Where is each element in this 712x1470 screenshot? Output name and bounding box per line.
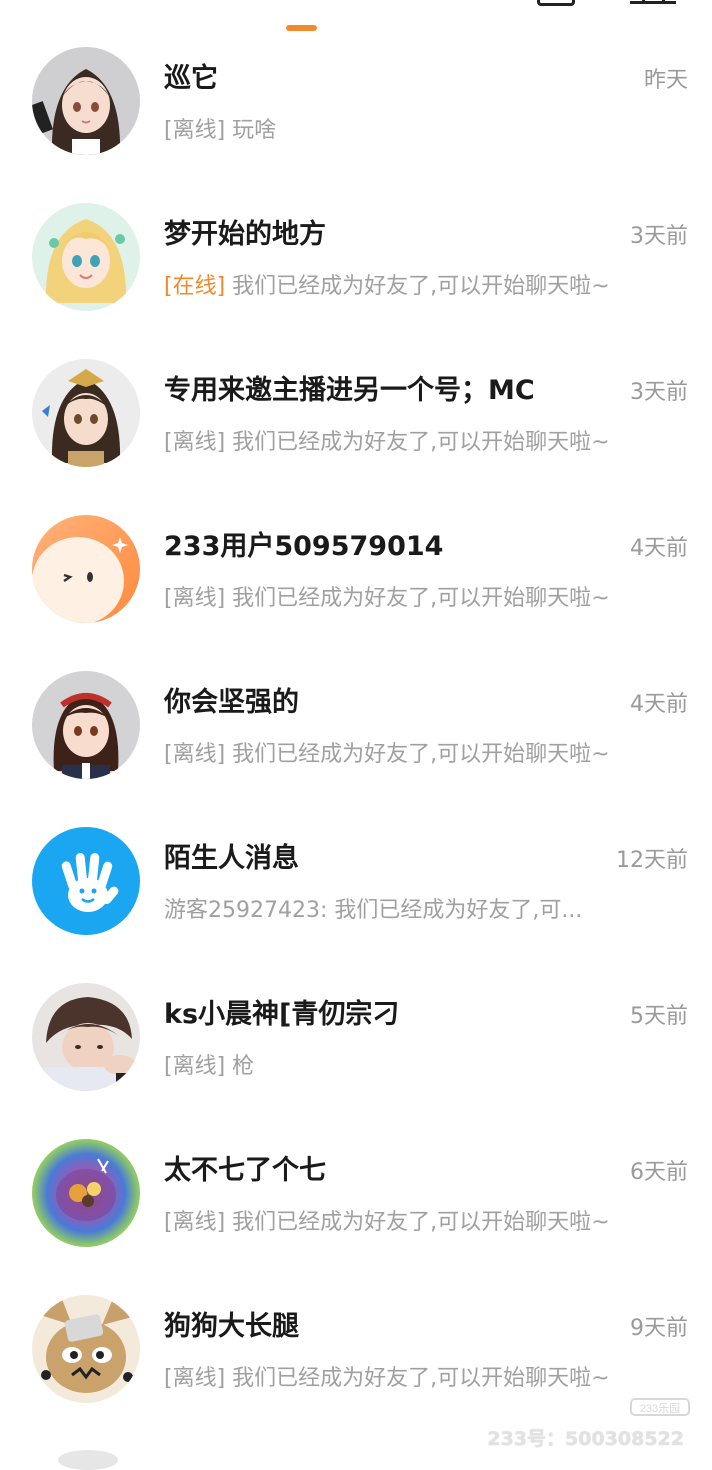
anime-girl-avatar[interactable] [32, 47, 140, 155]
message-time: 3天前 [630, 224, 688, 249]
message-preview: [离线] 我们已经成为好友了,可以开始聊天啦~ [164, 580, 610, 612]
message-time: 12天前 [616, 848, 688, 873]
conversation-item[interactable]: 梦开始的地方 3天前 [在线] 我们已经成为好友了,可以开始聊天啦~ [0, 190, 712, 346]
watermark-id: 233号：500308522 [487, 1428, 684, 1450]
preview-text: 我们已经成为好友了,可以开始聊天啦~ [232, 1366, 610, 1391]
orange-blob-avatar[interactable] [32, 515, 140, 623]
message-preview: 游客25927423: 我们已经成为好友了,可... [164, 898, 583, 923]
status-label: [离线] [164, 1210, 226, 1235]
status-label: [离线] [164, 118, 226, 143]
contact-name: 233用户509579014 [164, 531, 444, 562]
status-label: [离线] [164, 742, 226, 767]
message-preview: [在线] 我们已经成为好友了,可以开始聊天啦~ [164, 268, 610, 300]
conversation-item[interactable]: 狗狗大长腿 9天前 [离线] 我们已经成为好友了,可以开始聊天啦~ [0, 1282, 712, 1438]
partial-top-icon[interactable] [537, 0, 575, 6]
contact-name: ks小晨神[青仞宗刁 [164, 999, 400, 1030]
preview-text: 我们已经成为好友了,可以开始聊天啦~ [232, 1210, 610, 1235]
message-preview: [离线] 我们已经成为好友了,可以开始聊天啦~ [164, 424, 610, 456]
message-preview: [离线] 枪 [164, 1048, 254, 1080]
message-time: 4天前 [630, 536, 688, 561]
message-time: 5天前 [630, 1004, 688, 1029]
contact-name: 狗狗大长腿 [164, 1311, 299, 1342]
message-time: 9天前 [630, 1316, 688, 1341]
rainbow-orb-avatar[interactable] [32, 1139, 140, 1247]
anime-blonde-avatar[interactable] [32, 203, 140, 311]
watermark-logo: 233乐园 [630, 1398, 690, 1416]
preview-text: 我们已经成为好友了,可以开始聊天啦~ [232, 274, 610, 299]
photo-boy-avatar[interactable] [32, 983, 140, 1091]
status-label: [离线] [164, 1366, 226, 1391]
message-time: 4天前 [630, 692, 688, 717]
anime-headband-avatar[interactable] [32, 671, 140, 779]
status-label: [离线] [164, 586, 226, 611]
conversation-item[interactable]: 陌生人消息 12天前 游客25927423: 我们已经成为好友了,可... [0, 814, 712, 970]
message-time: 3天前 [630, 380, 688, 405]
message-time: 6天前 [630, 1160, 688, 1185]
status-label: [离线] [164, 1054, 226, 1079]
message-time: 昨天 [643, 68, 688, 93]
conversation-item[interactable]: 你会坚强的 4天前 [离线] 我们已经成为好友了,可以开始聊天啦~ [0, 658, 712, 814]
cartoon-dog-avatar[interactable] [32, 1295, 140, 1403]
preview-text: 枪 [232, 1054, 255, 1079]
partial-top-icon[interactable] [630, 0, 676, 4]
active-tab-indicator [286, 25, 317, 31]
contact-name: 太不七了个七 [164, 1155, 326, 1186]
conversation-item[interactable]: 233用户509579014 4天前 [离线] 我们已经成为好友了,可以开始聊天… [0, 502, 712, 658]
conversation-item[interactable]: 巡它 昨天 [离线] 玩啥 [0, 34, 712, 190]
contact-name: 梦开始的地方 [164, 219, 326, 250]
contact-name: 专用来邀主播进另一个号；MC [164, 375, 535, 406]
status-label: [在线] [164, 274, 226, 299]
status-label: [离线] [164, 430, 226, 455]
conversation-item[interactable]: ks小晨神[青仞宗刁 5天前 [离线] 枪 [0, 970, 712, 1126]
anime-hanfu-avatar[interactable] [32, 359, 140, 467]
conversation-item[interactable]: 专用来邀主播进另一个号；MC 3天前 [离线] 我们已经成为好友了,可以开始聊天… [0, 346, 712, 502]
contact-name: 你会坚强的 [164, 687, 299, 718]
message-preview: [离线] 我们已经成为好友了,可以开始聊天啦~ [164, 736, 610, 768]
message-preview: [离线] 我们已经成为好友了,可以开始聊天啦~ [164, 1204, 610, 1236]
conversation-list: 巡它 昨天 [离线] 玩啥 梦开始的地方 3天前 [在线] 我们已经成为好友了,… [0, 34, 712, 1438]
partial-next-avatar [58, 1450, 118, 1470]
hand-wave-icon[interactable] [32, 827, 140, 935]
message-preview: [离线] 玩啥 [164, 112, 276, 144]
contact-name: 陌生人消息 [164, 843, 299, 874]
contact-name: 巡它 [164, 63, 218, 94]
preview-text: 我们已经成为好友了,可以开始聊天啦~ [232, 742, 610, 767]
preview-text: 我们已经成为好友了,可以开始聊天啦~ [232, 586, 610, 611]
message-preview: [离线] 我们已经成为好友了,可以开始聊天啦~ [164, 1360, 610, 1392]
preview-text: 玩啥 [232, 118, 277, 143]
conversation-item[interactable]: 太不七了个七 6天前 [离线] 我们已经成为好友了,可以开始聊天啦~ [0, 1126, 712, 1282]
preview-text: 我们已经成为好友了,可以开始聊天啦~ [232, 430, 610, 455]
